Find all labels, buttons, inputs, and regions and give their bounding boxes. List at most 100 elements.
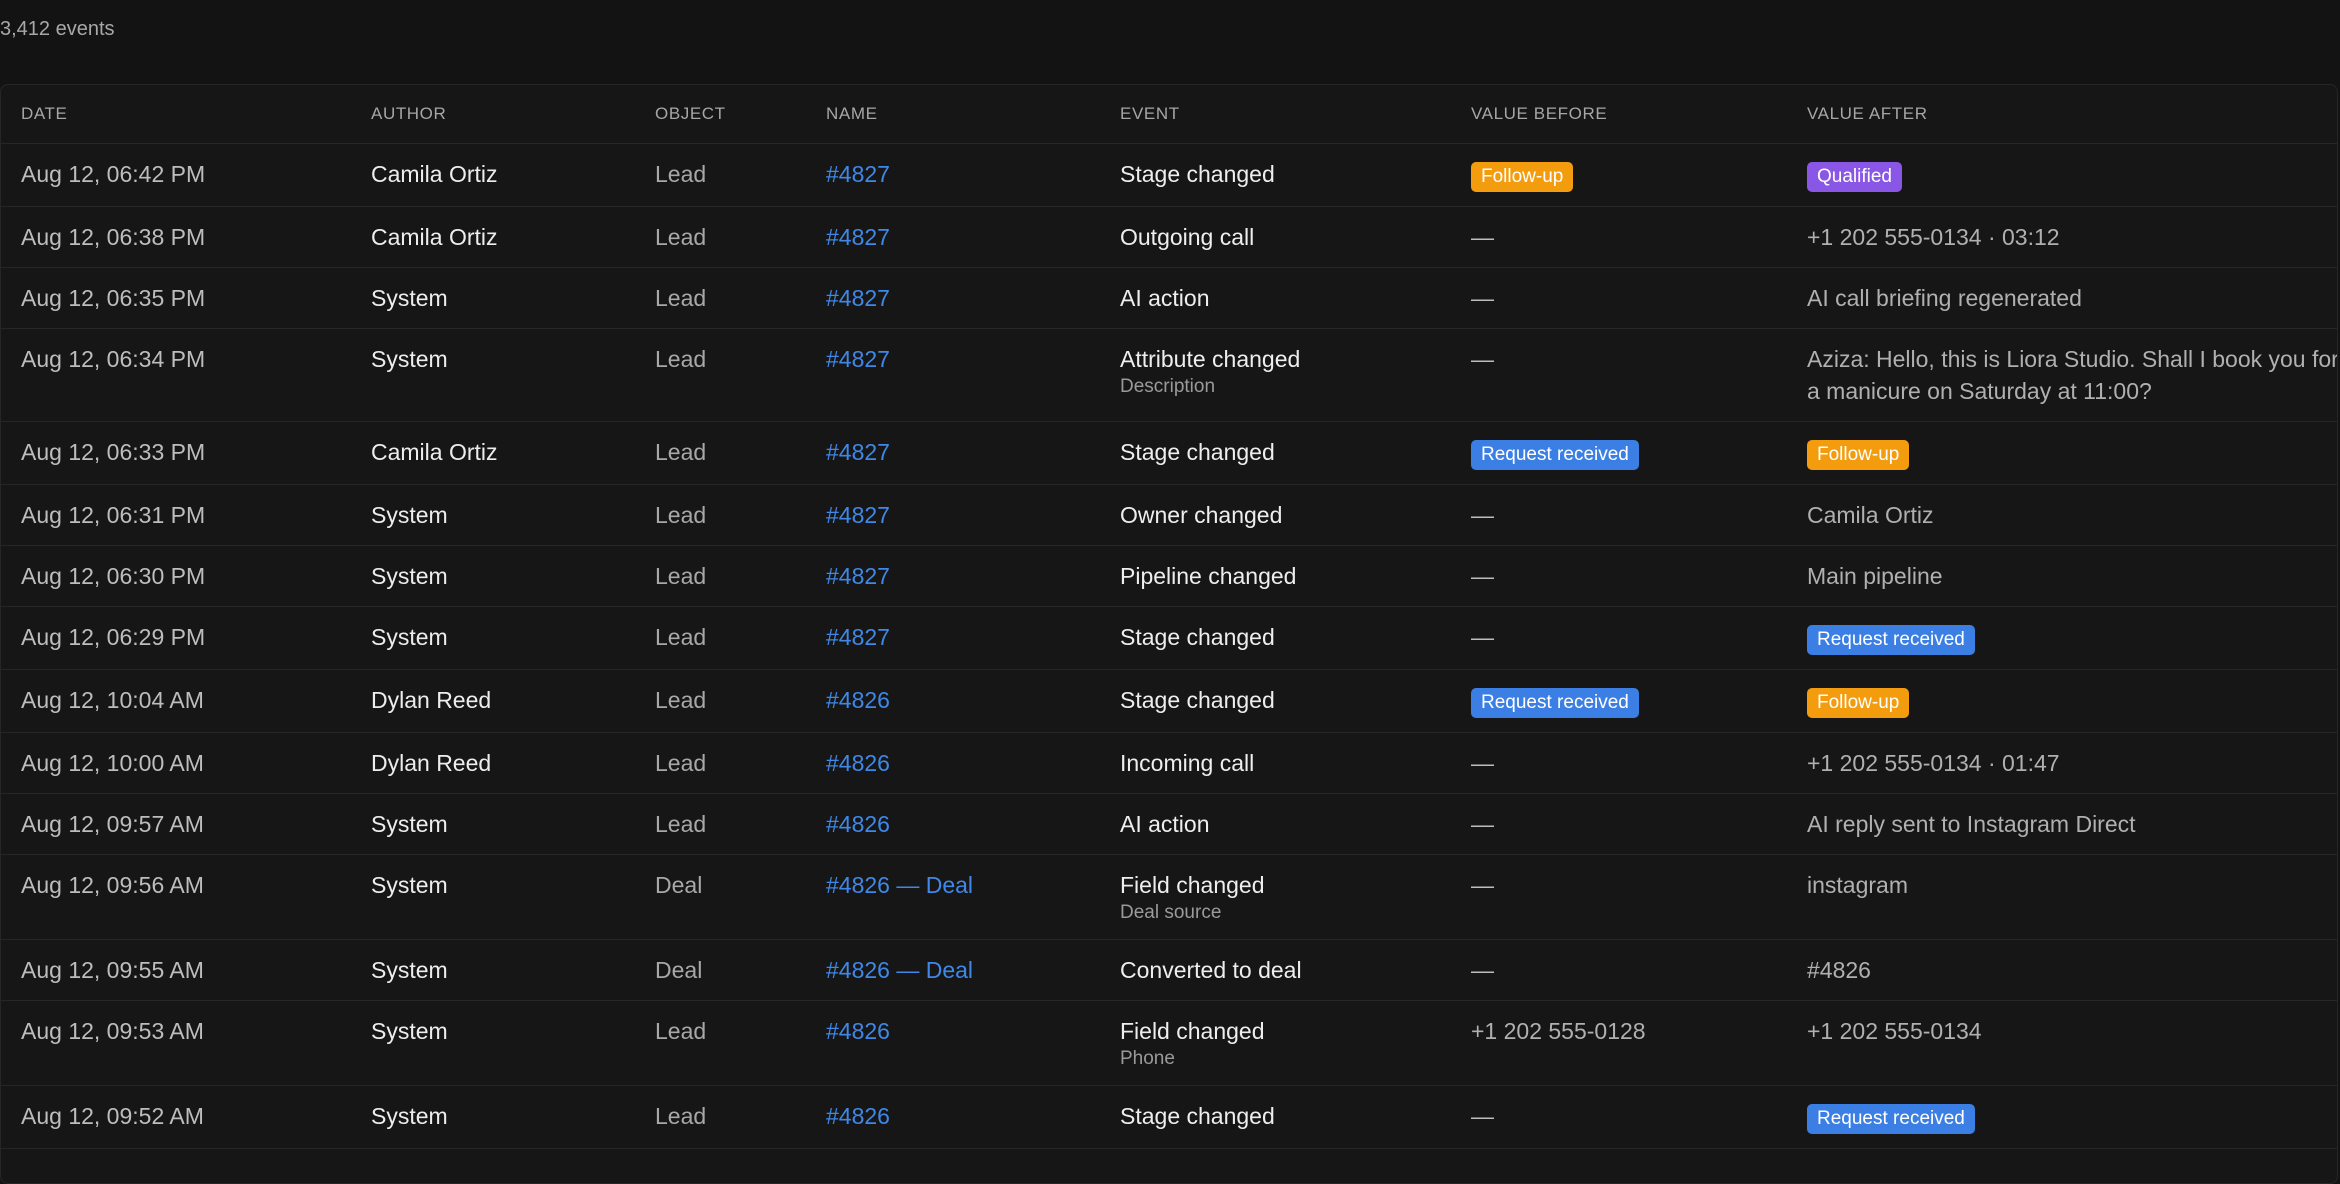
- event-field-name: Phone: [1120, 1048, 1175, 1069]
- event-author-cell: System: [371, 1000, 655, 1086]
- column-header-value-before[interactable]: VALUE BEFORE: [1471, 85, 1807, 144]
- value-after-cell: Qualified: [1807, 143, 2337, 207]
- record-link[interactable]: #4827: [826, 224, 890, 250]
- event-date-cell: Aug 12, 06:35 PM: [1, 267, 371, 329]
- event-date-cell: Aug 12, 06:30 PM: [1, 545, 371, 607]
- table-row[interactable]: Aug 12, 06:33 PM Camila Ortiz Lead #4827 Sta…: [1, 421, 2337, 485]
- event-date-cell: Aug 12, 06:42 PM: [1, 143, 371, 207]
- event-date-cell: Aug 12, 09:52 AM: [1, 1085, 371, 1149]
- record-link-cell: #4826: [826, 1000, 1120, 1086]
- event-date-cell: Aug 12, 09:56 AM: [1, 854, 371, 940]
- column-header-object[interactable]: OBJECT: [655, 85, 826, 144]
- empty-value: —: [1471, 811, 1494, 837]
- table-row[interactable]: Aug 12, 06:35 PM System Lead #4827 AI action…: [1, 267, 2337, 329]
- value-before-cell: —: [1471, 939, 1807, 1001]
- table-row[interactable]: Aug 12, 10:00 AM Dylan Reed Lead #4826 Incom…: [1, 732, 2337, 794]
- value-before-cell: —: [1471, 206, 1807, 268]
- table-row[interactable]: Aug 12, 10:04 AM Dylan Reed Lead #4826 Stage…: [1, 669, 2337, 733]
- event-author-cell: System: [371, 484, 655, 546]
- table-row[interactable]: Aug 12, 09:52 AM System Lead #4826 Stage cha…: [1, 1085, 2337, 1149]
- event-object: Lead: [655, 439, 707, 465]
- table-row[interactable]: Aug 12, 06:34 PM System Lead #4827 Attribute…: [1, 328, 2337, 422]
- event-cell: Field changed Deal source: [1120, 854, 1471, 940]
- event-author: System: [371, 285, 448, 311]
- empty-value: —: [1471, 1103, 1494, 1129]
- value-after-cell: Request received: [1807, 606, 2337, 670]
- column-header-value-after[interactable]: VALUE AFTER: [1807, 85, 2337, 144]
- value-before-cell: Request received: [1471, 421, 1807, 485]
- record-link[interactable]: #4826: [826, 811, 890, 837]
- record-link[interactable]: #4827: [826, 161, 890, 187]
- table-row[interactable]: Aug 12, 06:31 PM System Lead #4827 Owner cha…: [1, 484, 2337, 546]
- table-row[interactable]: Aug 12, 06:30 PM System Lead #4827 Pipeline …: [1, 545, 2337, 607]
- event-cell: Stage changed: [1120, 669, 1471, 733]
- event-object-cell: Lead: [655, 267, 826, 329]
- value-before-cell: —: [1471, 793, 1807, 855]
- event-cell: Stage changed: [1120, 421, 1471, 485]
- event-object-cell: Lead: [655, 421, 826, 485]
- record-link[interactable]: #4827: [826, 502, 890, 528]
- table-row[interactable]: Aug 12, 09:56 AM System Deal #4826 — Deal Fi…: [1, 854, 2337, 940]
- column-header-date[interactable]: DATE: [1, 85, 371, 144]
- record-link[interactable]: #4826: [826, 687, 890, 713]
- table-row[interactable]: Aug 12, 06:42 PM Camila Ortiz Lead #4827 Sta…: [1, 143, 2337, 207]
- record-link[interactable]: #4827: [826, 563, 890, 589]
- event-type: Stage changed: [1120, 1103, 1275, 1129]
- table-row[interactable]: Aug 12, 06:29 PM System Lead #4827 Stage cha…: [1, 606, 2337, 670]
- value-before-cell: Request received: [1471, 669, 1807, 733]
- event-date: Aug 12, 09:56 AM: [21, 872, 204, 898]
- event-object-cell: Deal: [655, 939, 826, 1001]
- column-header-author[interactable]: AUTHOR: [371, 85, 655, 144]
- event-author-cell: System: [371, 1085, 655, 1149]
- event-object-cell: Lead: [655, 1000, 826, 1086]
- event-cell: Stage changed: [1120, 606, 1471, 670]
- record-link-cell: #4826: [826, 669, 1120, 733]
- event-object: Lead: [655, 502, 707, 528]
- column-header-event[interactable]: EVENT: [1120, 85, 1471, 144]
- value-after-cell: +1 202 555-0134 · 01:47: [1807, 732, 2337, 794]
- table-row[interactable]: Aug 12, 09:53 AM System Lead #4826 Field cha…: [1, 1000, 2337, 1086]
- table-row[interactable]: Aug 12, 09:57 AM System Lead #4826 AI action…: [1, 793, 2337, 855]
- value-after-cell: +1 202 555-0134 · 03:12: [1807, 206, 2337, 268]
- value-text: +1 202 555-0128: [1471, 1018, 1646, 1044]
- table-row[interactable]: Aug 12, 06:38 PM Camila Ortiz Lead #4827 Out…: [1, 206, 2337, 268]
- record-link[interactable]: #4827: [826, 346, 890, 372]
- stage-badge: Request received: [1471, 440, 1639, 470]
- event-object-cell: Lead: [655, 732, 826, 794]
- value-text: AI reply sent to Instagram Direct: [1807, 811, 2136, 837]
- table-body: Aug 12, 06:42 PM Camila Ortiz Lead #4827 Sta…: [1, 143, 2337, 1149]
- record-link-cell: #4827: [826, 143, 1120, 207]
- event-object: Lead: [655, 224, 707, 250]
- table-row[interactable]: Aug 12, 09:55 AM System Deal #4826 — Deal Co…: [1, 939, 2337, 1001]
- event-count: 3,412 events: [0, 18, 115, 40]
- column-header-name[interactable]: NAME: [826, 85, 1120, 144]
- stage-badge: Request received: [1807, 1104, 1975, 1134]
- value-after-cell: AI reply sent to Instagram Direct: [1807, 793, 2337, 855]
- value-after-cell: Follow-up: [1807, 669, 2337, 733]
- event-cell: Attribute changed Description: [1120, 328, 1471, 422]
- stage-badge: Follow-up: [1807, 440, 1910, 470]
- event-type: Attribute changed: [1120, 346, 1301, 372]
- event-date-cell: Aug 12, 06:31 PM: [1, 484, 371, 546]
- record-link[interactable]: #4826: [826, 1018, 890, 1044]
- record-link[interactable]: #4827: [826, 285, 890, 311]
- record-link[interactable]: #4827: [826, 624, 890, 650]
- value-text: Main pipeline: [1807, 563, 1943, 589]
- empty-value: —: [1471, 624, 1494, 650]
- record-link[interactable]: #4826: [826, 1103, 890, 1129]
- event-author-cell: System: [371, 606, 655, 670]
- record-link[interactable]: #4827: [826, 439, 890, 465]
- value-text: Camila Ortiz: [1807, 502, 1934, 528]
- value-before-cell: —: [1471, 328, 1807, 422]
- event-field-name: Deal source: [1120, 902, 1222, 923]
- record-link-cell: #4827: [826, 606, 1120, 670]
- event-date: Aug 12, 09:52 AM: [21, 1103, 204, 1129]
- record-link[interactable]: #4826 — Deal: [826, 872, 973, 898]
- event-object: Lead: [655, 687, 707, 713]
- stage-badge: Follow-up: [1807, 688, 1910, 718]
- record-link[interactable]: #4826 — Deal: [826, 957, 973, 983]
- record-link[interactable]: #4826: [826, 750, 890, 776]
- event-type: Field changed: [1120, 872, 1265, 898]
- event-author-cell: Camila Ortiz: [371, 421, 655, 485]
- event-date: Aug 12, 06:29 PM: [21, 624, 206, 650]
